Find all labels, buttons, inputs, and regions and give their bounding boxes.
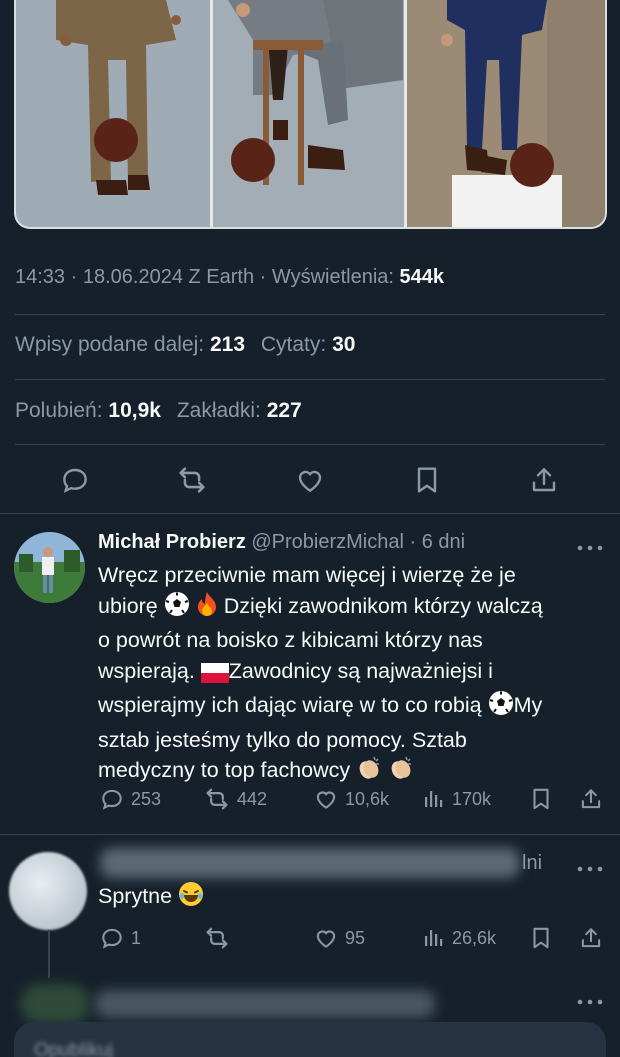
- share-button[interactable]: [578, 923, 604, 953]
- share-icon: [532, 468, 556, 492]
- author-name[interactable]: Michał Probierz: [98, 531, 246, 553]
- reply-age[interactable]: lni: [522, 852, 542, 875]
- bookmark-icon: [417, 467, 437, 493]
- avatar[interactable]: [9, 852, 87, 930]
- like-button[interactable]: 95: [313, 923, 365, 953]
- bookmarks-stat[interactable]: Zakładki: 227: [177, 399, 302, 422]
- like-button[interactable]: [288, 458, 332, 502]
- views-button[interactable]: 26,6k: [422, 923, 496, 953]
- repost-icon: [206, 927, 228, 949]
- reply-action-bar: 253 442 10,6k 170k: [0, 784, 620, 814]
- more-options-button[interactable]: [576, 540, 604, 556]
- reply-button[interactable]: 1: [99, 923, 141, 953]
- like-button[interactable]: 10,6k: [313, 784, 389, 814]
- share-button[interactable]: [522, 458, 566, 502]
- meta-separator: ·: [70, 266, 83, 288]
- views-label: Wyświetlenia:: [271, 266, 394, 288]
- reply-icon: [63, 468, 87, 493]
- reply-text: Wręcz przeciwnie mam więcej i wierzę że …: [98, 560, 608, 790]
- like-icon: [316, 791, 336, 809]
- post-engagement-row-1: Wpisy podane dalej: 213 Cytaty: 30: [15, 333, 355, 357]
- views-icon: [425, 930, 443, 946]
- reply-icon: [102, 928, 122, 949]
- soccer-ball-icon: [164, 591, 190, 626]
- reply-composer[interactable]: Opublikuj: [14, 1022, 606, 1057]
- post-photo-3[interactable]: [407, 0, 605, 227]
- reply-age[interactable]: 6 dni: [422, 531, 465, 553]
- repost-icon: [206, 788, 228, 810]
- more-icon: [577, 999, 603, 1005]
- avatar[interactable]: [20, 984, 90, 1024]
- reply-item[interactable]: Michał Probierz @ProbierzMichal · 6 dni …: [0, 513, 620, 835]
- views-icon: [425, 791, 443, 807]
- bookmark-icon: [533, 927, 549, 949]
- like-count: 10,6k: [345, 788, 390, 809]
- view-count: 170k: [452, 788, 492, 809]
- avatar[interactable]: [14, 532, 85, 603]
- post-media-grid[interactable]: [14, 0, 607, 229]
- soccer-ball-icon: [488, 690, 514, 725]
- post-photo-2[interactable]: [212, 0, 405, 227]
- more-options-button[interactable]: [576, 861, 604, 877]
- bookmark-button[interactable]: [528, 784, 554, 814]
- author-handle[interactable]: @ProbierzMichal: [251, 531, 404, 553]
- share-button[interactable]: [578, 784, 604, 814]
- reply-icon: [102, 789, 122, 810]
- repost-button[interactable]: 442: [203, 784, 267, 814]
- composer-placeholder: Opublikuj: [34, 1040, 114, 1057]
- like-icon: [316, 930, 336, 948]
- meta-separator: ·: [259, 266, 272, 288]
- bookmark-button[interactable]: [405, 458, 449, 502]
- reply-button[interactable]: 253: [99, 784, 161, 814]
- reply-count: 1: [131, 927, 142, 948]
- reply-count: 253: [131, 788, 162, 809]
- repost-button[interactable]: [203, 923, 231, 953]
- like-icon: [298, 470, 322, 493]
- reposts-stat[interactable]: Wpisy podane dalej: 213: [15, 333, 245, 356]
- views-button[interactable]: 170k: [422, 784, 491, 814]
- post-photo-1[interactable]: [16, 0, 210, 227]
- divider: [15, 314, 605, 315]
- share-icon: [581, 789, 601, 809]
- repost-count: 442: [237, 788, 268, 809]
- post-source: Z Earth: [188, 266, 255, 288]
- reply-header: Michał Probierz @ProbierzMichal · 6 dni: [98, 531, 466, 553]
- quotes-stat[interactable]: Cytaty: 30: [261, 333, 356, 356]
- divider: [15, 444, 605, 445]
- reply-item[interactable]: lni Sprytne 1 95 26,6k: [0, 834, 620, 984]
- reply-button[interactable]: [53, 458, 97, 502]
- divider: [15, 379, 605, 380]
- bookmark-button[interactable]: [528, 923, 554, 953]
- views-count: 544k: [399, 266, 445, 288]
- reply-text: Sprytne: [98, 881, 608, 916]
- post-engagement-row-2: Polubień: 10,9k Zakładki: 227: [15, 399, 302, 423]
- laughing-face-icon: [178, 881, 204, 916]
- post-time[interactable]: 14:33: [15, 266, 65, 288]
- likes-stat[interactable]: Polubień: 10,9k: [15, 399, 161, 422]
- more-options-button[interactable]: [576, 994, 604, 1010]
- post-action-bar: [0, 458, 620, 502]
- redacted-author: [100, 848, 520, 878]
- repost-button[interactable]: [170, 458, 214, 502]
- share-icon: [581, 928, 601, 948]
- more-icon: [577, 866, 603, 872]
- fire-icon: [196, 591, 218, 626]
- redacted-author: [95, 990, 435, 1018]
- post-meta-line: 14:33 · 18.06.2024 Z Earth · Wyświetleni…: [15, 266, 444, 289]
- reply-action-bar: 1 95 26,6k: [0, 923, 620, 953]
- poland-flag-icon: [200, 660, 229, 691]
- like-count: 95: [345, 927, 366, 948]
- bookmark-icon: [533, 788, 549, 810]
- repost-icon: [179, 467, 205, 493]
- more-icon: [577, 545, 603, 551]
- view-count: 26,6k: [452, 927, 497, 948]
- post-date[interactable]: 18.06.2024: [83, 266, 183, 288]
